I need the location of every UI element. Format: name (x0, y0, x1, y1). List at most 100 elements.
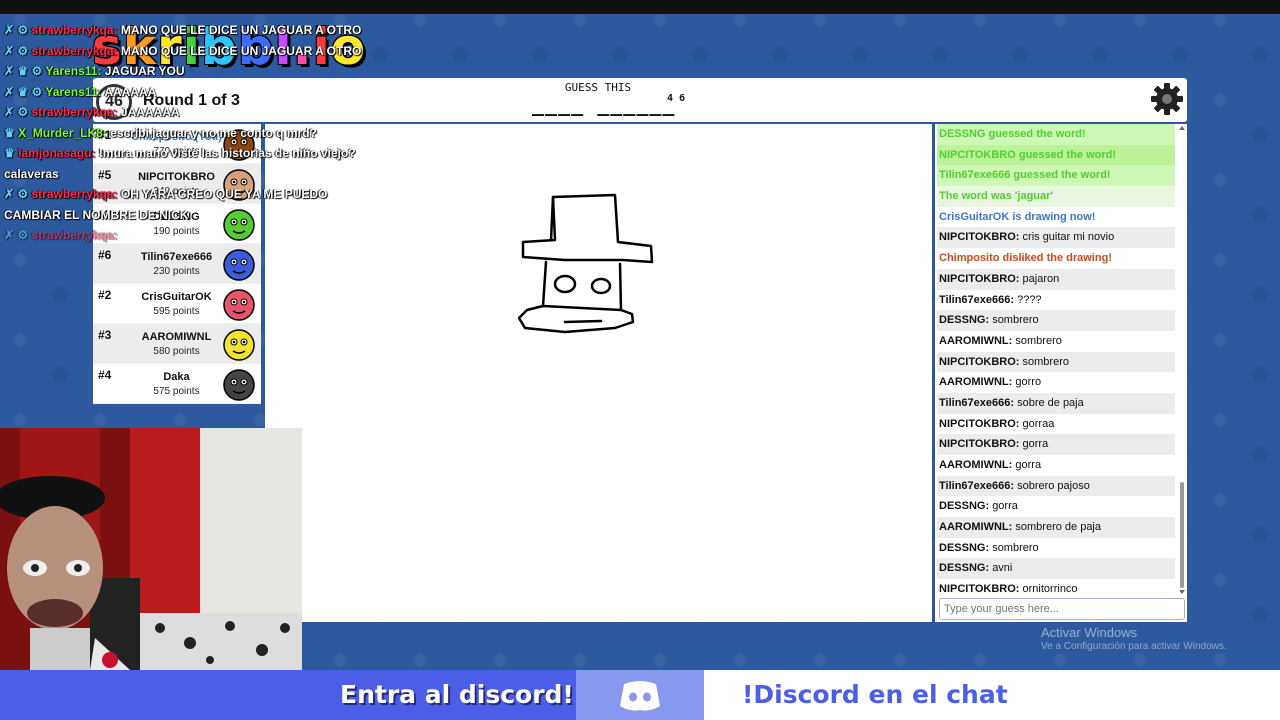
chat-username: AAROMIWNL: (939, 459, 1013, 471)
chat-username: NIPCITOKBRO: (939, 272, 1020, 285)
word-hint: ____ ______ (532, 92, 676, 116)
stream-username: strawberrykqa: (31, 23, 118, 37)
chat-text: avni (992, 562, 1013, 575)
stream-message: escribi jaguar y no me conto q mrd? (110, 125, 317, 140)
discord-icon (576, 670, 704, 720)
stream-badge-icon: ✗ ♛ ⚙ (4, 64, 43, 78)
chat-username: NIPCITOKBRO: (939, 417, 1020, 430)
chat-text: gorraa (1022, 417, 1055, 430)
chat-message: NIPCITOKBRO: gorraa (937, 414, 1175, 435)
chat-username: DESSNG: (939, 562, 990, 575)
chat-username: NIPCITOKBRO: (939, 355, 1020, 368)
settings-gear-icon[interactable] (1150, 82, 1184, 116)
chat-message: AAROMIWNL: gorra (937, 455, 1175, 476)
player-avatar-icon (221, 246, 257, 282)
chat-text: gorra (992, 500, 1018, 513)
stream-message: AAAAAA (104, 84, 157, 99)
player-name: CrisGuitarOK (141, 291, 212, 303)
stream-message: JAAAAAA (120, 105, 180, 119)
chat-scrollbar[interactable] (1178, 124, 1186, 596)
chat-text: sombrero (1022, 355, 1069, 368)
chat-username: DESSNG: (939, 500, 990, 513)
stream-username: strawberrykqa: (31, 105, 118, 119)
chat-username: AAROMIWNL: (939, 334, 1013, 347)
top-strip (0, 0, 1280, 14)
chat-message: Tilin67exe666: sobre de paja (937, 392, 1175, 414)
player-points: 575 points (153, 386, 200, 397)
chat-message: NIPCITOKBRO: sombrero (937, 351, 1175, 373)
stream-username: strawberrykqa: (31, 228, 118, 242)
chat-message: NIPCITOKBRO guessed the word! (937, 144, 1175, 166)
banner-discord-cta: Entra al discord! (340, 680, 574, 709)
stream-chat-line: ✗ ⚙ strawberrykqa: JAAAAAA (4, 102, 364, 123)
game-chat: DESSNG guessed the word! NIPCITOKBRO gues… (935, 124, 1187, 622)
chat-message: NIPCITOKBRO: pajaron (937, 268, 1175, 290)
hat-drawing (517, 193, 654, 334)
chat-text: pajaron (1022, 272, 1060, 285)
chat-username: NIPCITOKBRO: (939, 583, 1020, 596)
chat-username: DESSNG: (939, 314, 990, 327)
stream-username: X_Murder_LK8: (18, 125, 107, 140)
stream-badge-icon: ♛ (4, 125, 15, 140)
chat-username: NIPCITOKBRO: (939, 438, 1020, 451)
stream-chat-line: ✗ ⚙ strawberrykqa: (4, 225, 364, 246)
chat-scroll-thumb[interactable] (1180, 482, 1184, 588)
chat-text: sombrero (992, 541, 1039, 554)
stream-chat-overlay: ✗ ⚙ strawberrykqa: MANO QUE LE DICE UN J… (4, 20, 364, 246)
chat-text: gorro (1015, 376, 1042, 389)
stream-badge-icon: ✗ ⚙ (4, 187, 29, 201)
stream-username: Yarens11: (45, 64, 102, 78)
chat-username: AAROMIWNL: (939, 376, 1013, 389)
chat-username: DESSNG: (939, 541, 990, 554)
chat-message: Chimposito disliked the drawing! (939, 252, 1112, 265)
player-avatar-icon (221, 326, 257, 362)
chat-text: sombrero (992, 314, 1039, 327)
player-rank: #2 (98, 288, 112, 302)
player-name: Tilin67exe666 (140, 251, 213, 263)
webcam-feed (0, 428, 302, 670)
chat-message: DESSNG: avni (937, 558, 1175, 580)
chat-message: DESSNG guessed the word! (937, 124, 1175, 145)
stream-badge-icon: ♛ (4, 146, 15, 160)
chat-text: sombrero (1015, 334, 1062, 347)
chat-message: AAROMIWNL: sombrero de paja (937, 517, 1175, 538)
stream-chat-line: ✗ ♛ ⚙ Yarens11: JAGUAR YOU (4, 61, 364, 82)
drawing-canvas[interactable] (265, 124, 932, 622)
chat-username: AAROMIWNL: (939, 521, 1013, 534)
stream-chat-line: ♛ iamjonasagu: !mura mano viste las hist… (4, 143, 364, 184)
player-points: 580 points (153, 346, 200, 357)
guess-input[interactable] (939, 598, 1185, 620)
chat-message: Tilin67exe666 guessed the word! (937, 165, 1175, 187)
chat-text: sombrero de paja (1015, 521, 1101, 534)
chat-message: AAROMIWNL: gorro (937, 372, 1175, 393)
player-avatar-icon (221, 366, 257, 402)
stream-chat-line: ✗ ⚙ strawberrykqa: OH YARA CREO QUE YA M… (4, 184, 364, 225)
word-letter-count: 4 6 (667, 93, 686, 104)
stream-badge-icon: ✗ ⚙ (4, 105, 29, 119)
chat-username: Tilin67exe666: (939, 293, 1015, 306)
player-rank: #6 (98, 248, 112, 262)
player-row[interactable]: #3 AAROMIWNL 580 points (93, 324, 261, 364)
stream-message: MANO QUE LE DICE UN JAGUAR A OTRO (120, 23, 362, 37)
chat-message: CrisGuitarOK is drawing now! (939, 210, 1096, 223)
stream-chat-line: ♛ X_Murder_LK8: escribi jaguar y no me c… (4, 123, 364, 144)
chat-messages: DESSNG guessed the word! NIPCITOKBRO gues… (937, 124, 1175, 596)
banner-discord-command: !Discord en el chat (742, 680, 1008, 709)
chat-username: NIPCITOKBRO: (939, 231, 1020, 244)
chat-message: DESSNG: sombrero (937, 310, 1175, 331)
chat-message: Tilin67exe666: sobrero pajoso (937, 475, 1175, 497)
player-row[interactable]: #6 Tilin67exe666 230 points (93, 244, 261, 284)
stream-username: strawberrykqa: (31, 43, 118, 58)
player-name: Daka (163, 371, 190, 383)
chat-text: ornitorrinco (1022, 583, 1078, 596)
player-row[interactable]: #2 CrisGuitarOK 595 points (93, 284, 261, 324)
player-rank: #4 (98, 368, 112, 382)
chat-text: cris guitar mi novio (1022, 231, 1115, 244)
chat-message: Tilin67exe666: ???? (937, 290, 1175, 311)
chat-message: NIPCITOKBRO: gorra (937, 434, 1175, 455)
chat-username: Tilin67exe666: (939, 396, 1015, 409)
chat-message: NIPCITOKBRO: ornitorrinco (937, 579, 1175, 596)
player-row[interactable]: #4 Daka 575 points (93, 364, 261, 404)
stream-chat-line: ✗ ♛ ⚙ Yarens11: AAAAAA (4, 82, 364, 103)
player-points: 230 points (153, 266, 200, 277)
